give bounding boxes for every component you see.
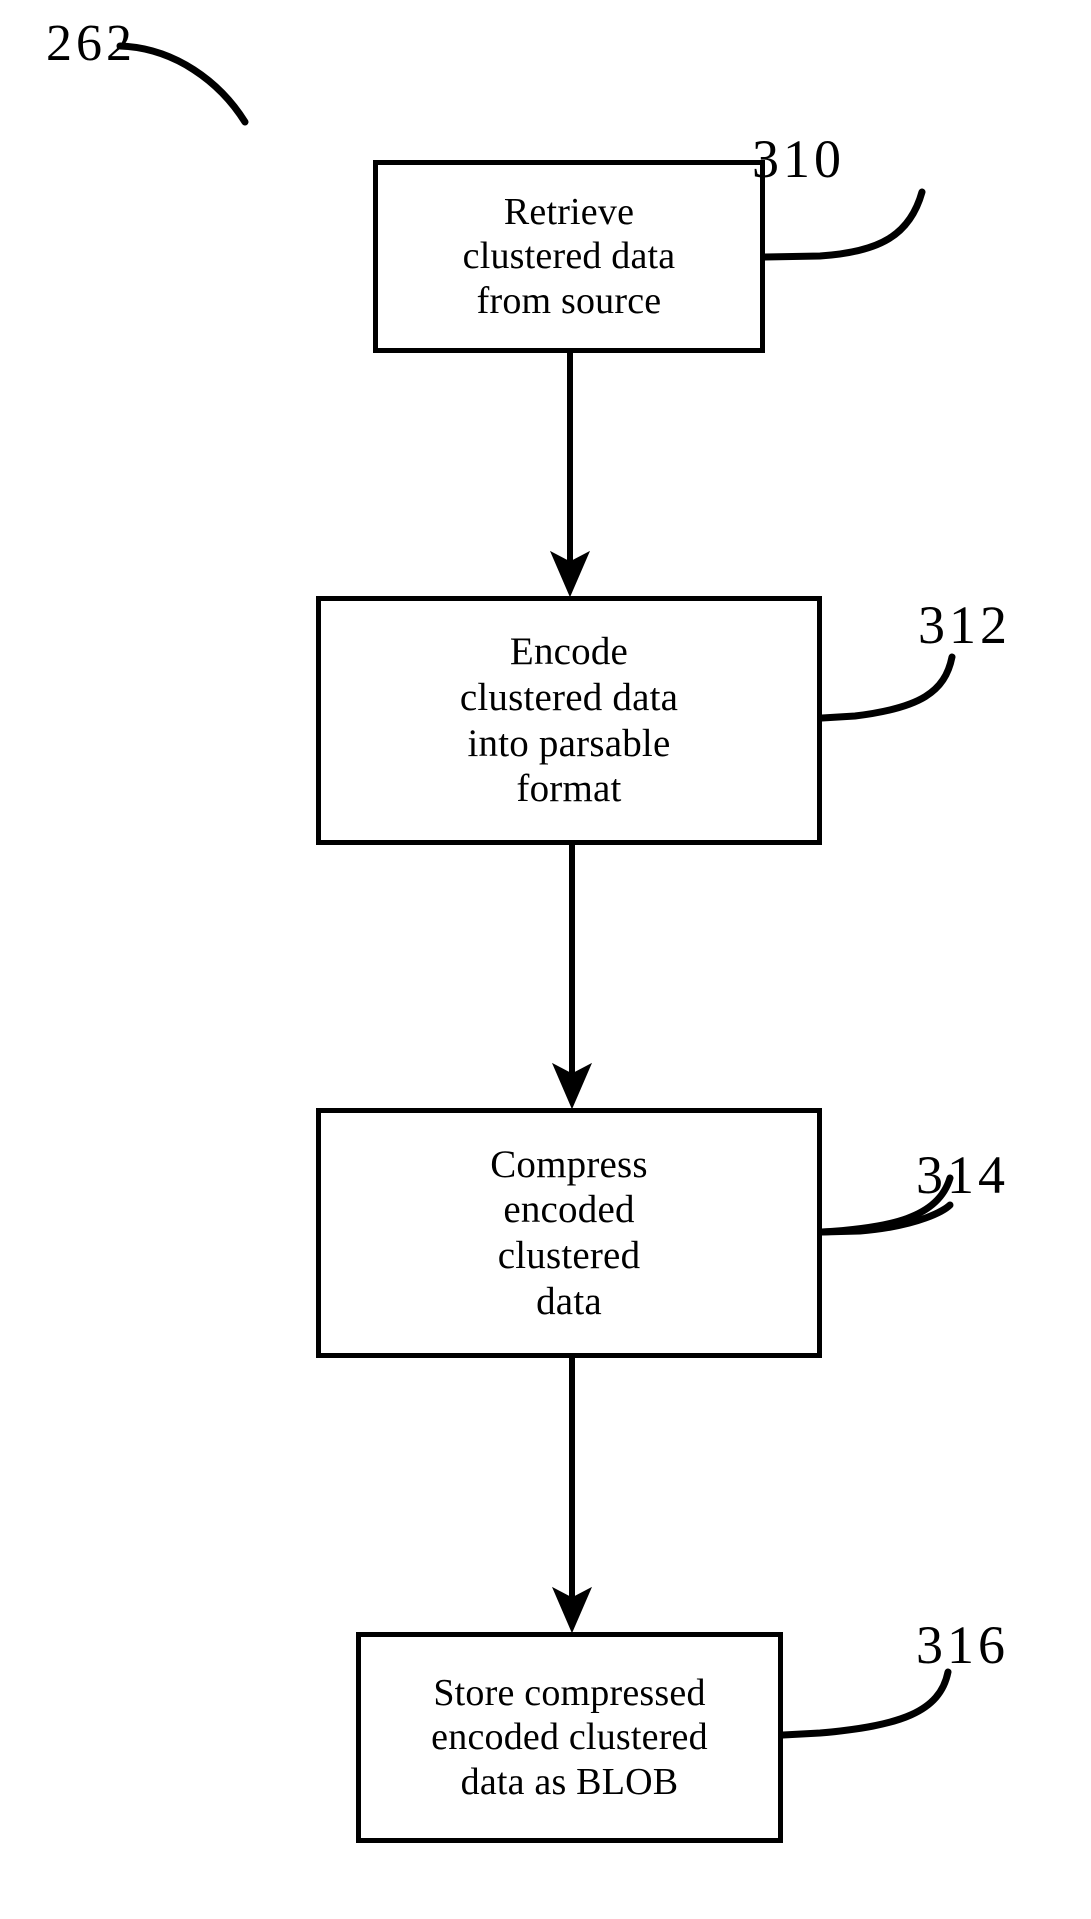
flow-arrow-310-to-312 [549, 353, 591, 598]
process-box-line: data [536, 1279, 602, 1323]
reference-numeral-316: 316 [916, 1615, 1009, 1675]
process-box-line: clustered data [459, 675, 679, 719]
process-box-line: from source [476, 279, 662, 322]
process-box-line: encoded clustered [431, 1716, 708, 1759]
process-box-line: data as BLOB [460, 1760, 679, 1803]
process-box-line: into parsable [467, 721, 671, 765]
process-box-encode-clustered-data[interactable]: Encode clustered data into parsable form… [316, 596, 822, 845]
reference-numeral-310: 310 [752, 129, 845, 189]
process-box-line: clustered [497, 1234, 641, 1277]
reference-numeral-312: 312 [918, 595, 1011, 655]
process-box-compress-encoded-clustered-data[interactable]: Compress encoded clustered data [316, 1108, 822, 1358]
process-box-retrieve-clustered-data[interactable]: Retrieve clustered data from source [373, 160, 765, 353]
process-box-line: Store compressed [433, 1671, 706, 1714]
process-box-line: encoded [503, 1188, 635, 1232]
leader-line-262 [116, 42, 249, 126]
leader-line-316 [779, 1668, 952, 1739]
flow-arrow-312-to-314 [551, 845, 593, 1110]
patent-figure-canvas: 262 Retrieve clustered data from source … [0, 0, 1091, 1919]
reference-numeral-314: 314 [916, 1145, 1009, 1205]
figure-numeral-262: 262 [46, 15, 136, 72]
process-box-line: Retrieve [503, 190, 635, 233]
process-box-line: format [516, 767, 622, 811]
process-box-line: Compress [490, 1142, 648, 1186]
flow-arrow-314-to-316 [551, 1358, 593, 1634]
leader-line-312 [818, 653, 956, 722]
process-box-line: Encode [509, 630, 629, 674]
leader-line-310 [761, 188, 926, 261]
process-box-line: clustered data [462, 235, 676, 278]
process-box-store-compressed-data-as-blob[interactable]: Store compressed encoded clustered data … [356, 1632, 783, 1843]
